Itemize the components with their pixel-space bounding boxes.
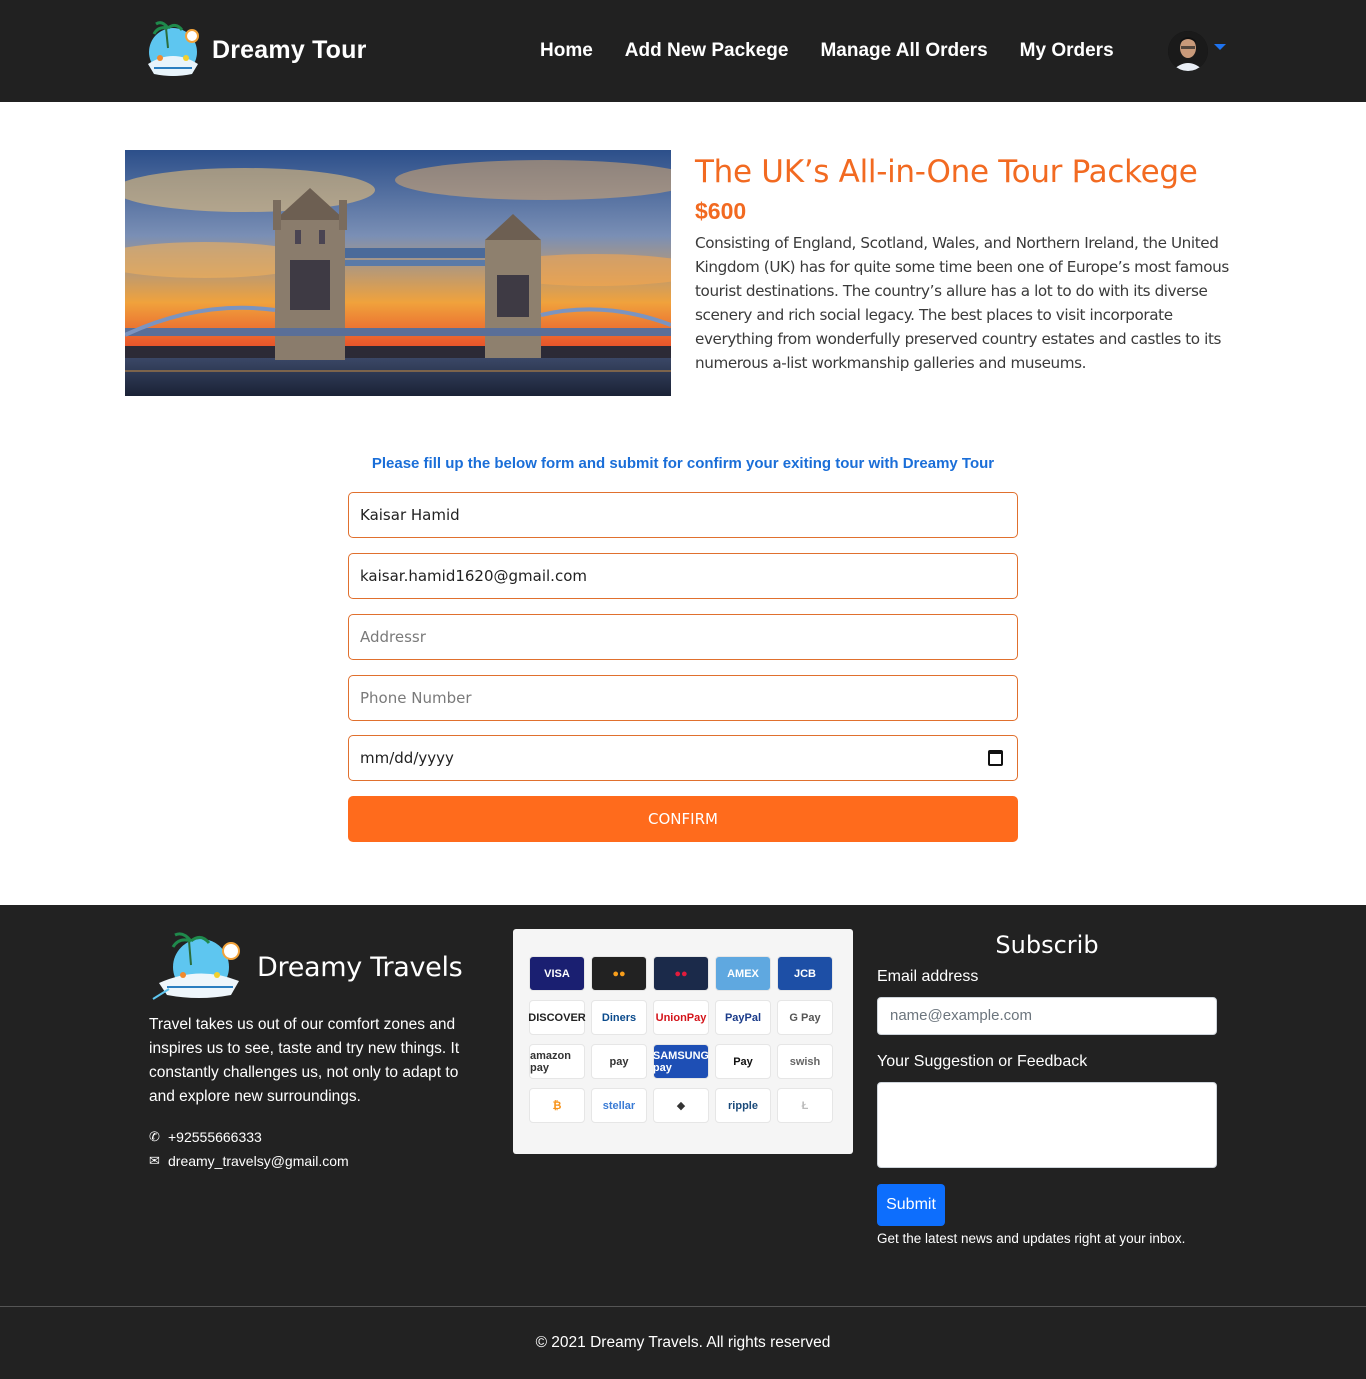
- payment-badge: G Pay: [777, 1000, 833, 1035]
- payment-badge: pay: [591, 1044, 647, 1079]
- footer-brand: Dreamy Travels: [149, 929, 463, 1005]
- name-value: Kaisar Hamid: [360, 506, 460, 524]
- email-value: kaisar.hamid1620@gmail.com: [360, 567, 587, 585]
- payment-badge: ◆: [653, 1088, 709, 1123]
- subscribe-email-input[interactable]: name@example.com: [877, 997, 1217, 1035]
- payment-badge: amazon pay: [529, 1044, 585, 1079]
- navbar: Dreamy Tour Home Add New Packege Manage …: [0, 0, 1366, 102]
- footer-phone-text: +92555666333: [168, 1129, 262, 1145]
- subscribe-note: Get the latest news and updates right at…: [877, 1231, 1186, 1246]
- footer-logo-icon: [149, 929, 251, 1005]
- payment-methods-grid: VISA ●● ●● AMEX JCB DISCOVER Diners UnionPay Pay…: [528, 956, 833, 1123]
- footer-brand-name: Dreamy Travels: [257, 951, 463, 983]
- payment-badge: stellar: [591, 1088, 647, 1123]
- nav-home[interactable]: Home: [540, 40, 593, 62]
- payment-badge: AMEX: [715, 956, 771, 991]
- footer-about: Travel takes us out of our comfort zones…: [149, 1016, 460, 1105]
- payment-badge: DISCOVER: [528, 1000, 586, 1035]
- payment-badge: ●●: [653, 956, 709, 991]
- footer-divider: [0, 1306, 1366, 1307]
- nav-add-new-package[interactable]: Add New Packege: [625, 40, 789, 62]
- email-input[interactable]: kaisar.hamid1620@gmail.com: [348, 553, 1018, 599]
- payment-badge: VISA: [529, 956, 585, 991]
- product-title: The UK’s All-in-One Tour Packege: [695, 154, 1198, 190]
- product-image: [125, 150, 671, 396]
- payment-badge: PayPal: [715, 1000, 771, 1035]
- nav-manage-all-orders[interactable]: Manage All Orders: [820, 40, 987, 62]
- payment-badge: ●●: [591, 956, 647, 991]
- phone-placeholder: Phone Number: [360, 689, 472, 707]
- footer: Dreamy Travels Travel takes us out of ou…: [0, 905, 1366, 1379]
- footer-phone: ✆ +92555666333: [149, 1129, 262, 1145]
- nav-links: Home Add New Packege Manage All Orders M…: [540, 40, 1146, 62]
- phone-icon: ✆: [149, 1129, 160, 1144]
- form-heading: Please fill up the below form and submit…: [371, 455, 995, 472]
- brand-name: Dreamy Tour: [212, 35, 367, 64]
- phone-input[interactable]: Phone Number: [348, 675, 1018, 721]
- mail-icon: ✉: [149, 1153, 160, 1168]
- nav-my-orders[interactable]: My Orders: [1020, 40, 1114, 62]
- user-avatar[interactable]: [1168, 31, 1208, 71]
- payment-badge: ₿: [529, 1088, 585, 1123]
- submit-button[interactable]: Submit: [877, 1184, 945, 1226]
- footer-email: ✉ dreamy_travelsy@gmail.com: [149, 1153, 349, 1169]
- feedback-textarea[interactable]: [877, 1082, 1217, 1168]
- payment-badge: Pay: [715, 1044, 771, 1079]
- footer-email-text: dreamy_travelsy@gmail.com: [168, 1153, 349, 1169]
- address-input[interactable]: Addressr: [348, 614, 1018, 660]
- payment-badge: Ł: [777, 1088, 833, 1123]
- address-placeholder: Addressr: [360, 628, 426, 646]
- product-price: $600: [695, 198, 747, 224]
- feedback-label: Your Suggestion or Feedback: [877, 1053, 1088, 1070]
- product-description: Consisting of England, Scotland, Wales, …: [695, 234, 1229, 372]
- email-address-label: Email address: [877, 968, 979, 985]
- name-input[interactable]: Kaisar Hamid: [348, 492, 1018, 538]
- payment-badge: UnionPay: [653, 1000, 709, 1035]
- payment-badge: ripple: [715, 1088, 771, 1123]
- brand-logo-icon: [140, 18, 206, 82]
- payment-badge: swish: [777, 1044, 833, 1079]
- chevron-down-icon[interactable]: [1214, 44, 1226, 50]
- subscribe-title: Subscrib: [995, 931, 1099, 959]
- calendar-icon[interactable]: [988, 750, 1003, 766]
- copyright: © 2021 Dreamy Travels. All rights reserv…: [535, 1334, 831, 1351]
- date-input[interactable]: mm/dd/yyyy: [348, 735, 1018, 781]
- payment-badge: JCB: [777, 956, 833, 991]
- date-placeholder: mm/dd/yyyy: [360, 749, 454, 767]
- payment-methods-card: VISA ●● ●● AMEX JCB DISCOVER Diners UnionPay Pay…: [513, 929, 853, 1154]
- confirm-button[interactable]: CONFIRM: [348, 796, 1018, 842]
- payment-badge: Diners: [591, 1000, 647, 1035]
- payment-badge: SAMSUNG pay: [653, 1044, 709, 1079]
- product-info: The UK’s All-in-One Tour Packege $600 Co…: [695, 152, 1245, 375]
- brand[interactable]: Dreamy Tour: [140, 18, 367, 82]
